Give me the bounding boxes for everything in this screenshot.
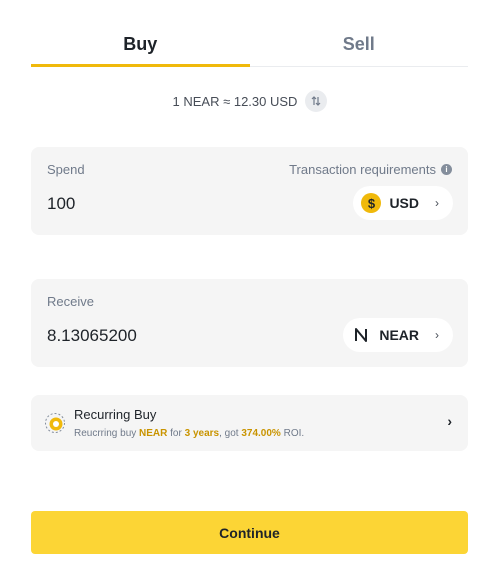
near-logo-icon [351,325,371,345]
chevron-right-icon: › [435,328,439,342]
swap-vertical-icon[interactable] [305,90,328,112]
swap-arrows-glyph [312,96,321,106]
exchange-rate-row: 1 NEAR ≈ 12.30 USD [0,90,500,112]
rec-desc-mid2: , got [219,428,242,439]
info-icon[interactable]: i [441,164,452,175]
receive-label: Receive [47,294,94,309]
tab-sell[interactable]: Sell [250,16,469,66]
spend-label: Spend [47,162,85,177]
recurring-buy-title: Recurring Buy [74,407,157,422]
rec-desc-period: 3 years [184,428,220,439]
transaction-requirements-label: Transaction requirements [289,162,436,177]
rec-desc-suffix: ROI. [280,428,305,439]
usd-coin-icon: $ [361,193,382,213]
chevron-right-icon: › [435,196,439,210]
recurring-buy-description: Reucrring buy NEAR for 3 years, got 374.… [74,428,304,439]
spend-currency-code: USD [389,195,419,211]
near-logo-glyph [355,328,368,342]
spend-currency-selector[interactable]: $ USD › [353,186,453,220]
spend-amount-input[interactable] [47,194,307,214]
rec-desc-roi: 374.00% [241,428,281,439]
recurring-clock-icon [44,412,66,434]
recurring-clock-glyph [45,413,65,433]
receive-currency-code: NEAR [379,327,419,343]
buy-sell-tabs: Buy Sell [31,16,468,67]
rec-desc-asset: NEAR [139,428,168,439]
receive-currency-selector[interactable]: NEAR › [343,318,453,352]
spend-card: Spend Transaction requirements i $ USD › [31,147,468,235]
recurring-buy-banner[interactable]: Recurring Buy Reucrring buy NEAR for 3 y… [31,395,468,451]
transaction-requirements[interactable]: Transaction requirements i [289,162,452,177]
rec-desc-mid: for [167,428,185,439]
receive-amount-input[interactable] [47,326,307,346]
rec-desc-prefix: Reucrring buy [74,428,140,439]
exchange-rate-text: 1 NEAR ≈ 12.30 USD [172,93,298,109]
continue-button[interactable]: Continue [31,511,468,554]
chevron-right-icon: › [447,413,452,429]
buy-sell-panel: Buy Sell 1 NEAR ≈ 12.30 USD Spend Transa… [0,0,500,586]
receive-card: Receive NEAR › [31,279,468,367]
tab-buy[interactable]: Buy [31,16,250,67]
